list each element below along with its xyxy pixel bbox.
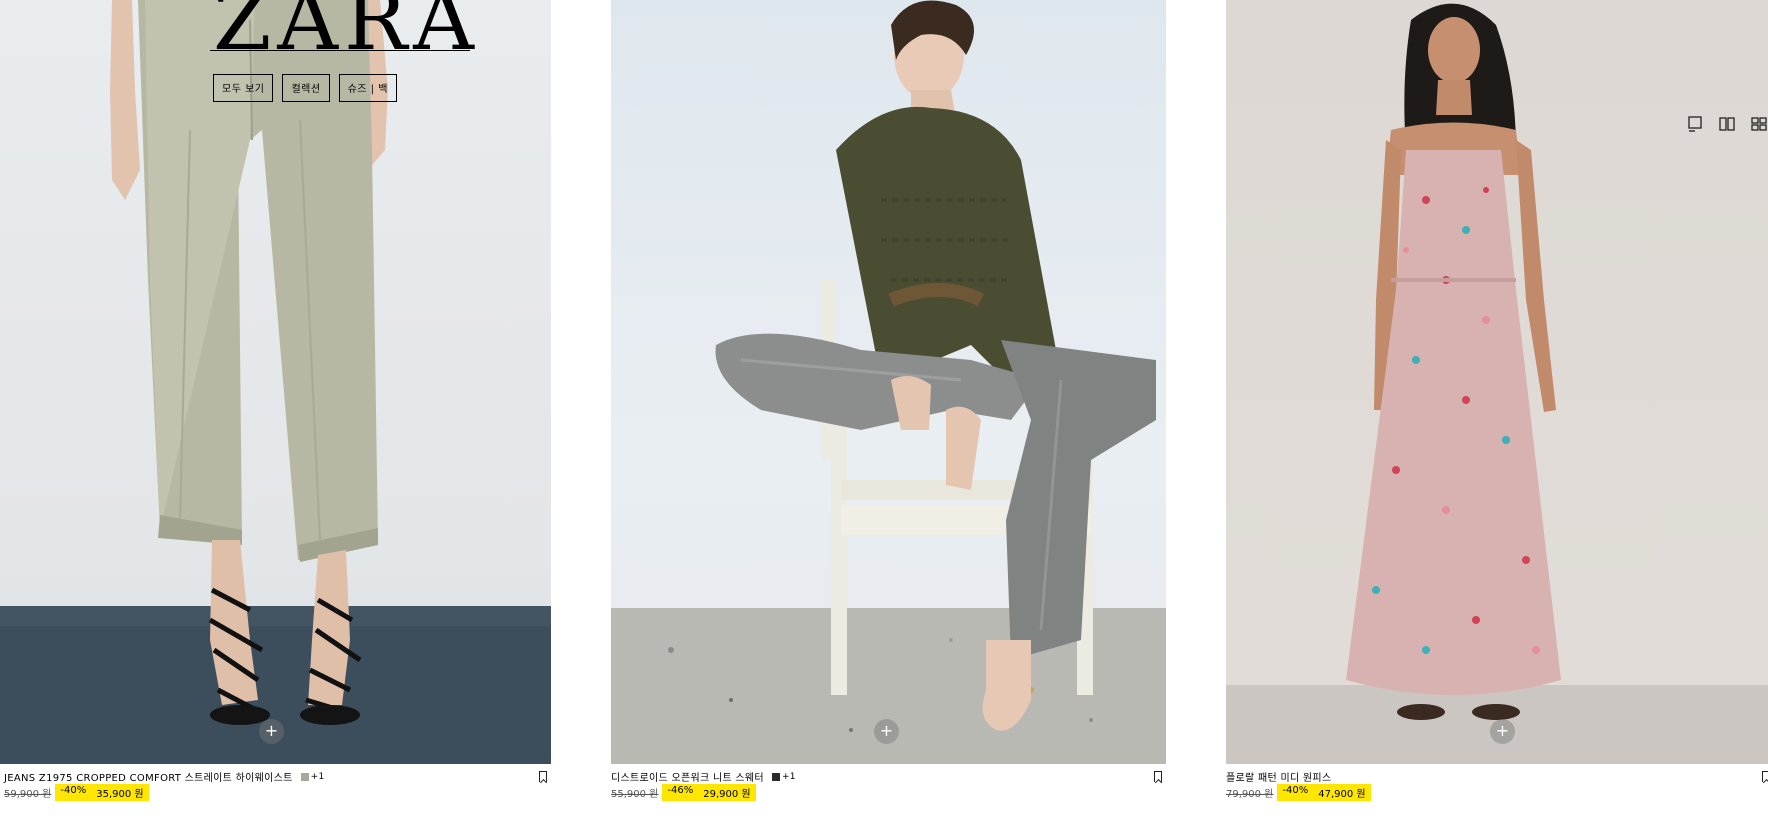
sale-badge: -40% 47,900 원 bbox=[1277, 784, 1371, 801]
product-card-1[interactable]: + JEANS Z1975 CROPPED COMFORT 스트레이트 하이웨이… bbox=[0, 0, 551, 822]
add-to-cart-button[interactable]: + bbox=[1490, 719, 1515, 744]
grid-view-icon[interactable] bbox=[1750, 116, 1768, 132]
color-swatch[interactable] bbox=[771, 772, 780, 781]
discount-percent: -40% bbox=[1282, 785, 1309, 796]
original-price: 79,900 원 bbox=[1226, 789, 1274, 800]
bookmark-icon[interactable] bbox=[1762, 771, 1768, 782]
bookmark-icon[interactable] bbox=[1154, 771, 1162, 782]
product-info-2: 디스트로이드 오픈워크 니트 스웨터 +1 55,900 원 -46% 29,9… bbox=[611, 764, 1166, 822]
original-price: 55,900 원 bbox=[611, 789, 659, 800]
view-toggle bbox=[1686, 116, 1768, 132]
bookmark-icon[interactable] bbox=[539, 771, 547, 782]
nav-shoes-bags[interactable]: 슈즈 | 백 bbox=[338, 74, 397, 102]
sale-price: 35,900 원 bbox=[96, 789, 144, 800]
logo-underline bbox=[210, 50, 470, 51]
product-image-1[interactable]: + bbox=[0, 0, 551, 764]
product-name[interactable]: 플로랄 패턴 미디 원피스 bbox=[1226, 769, 1331, 784]
product-name[interactable]: 디스트로이드 오픈워크 니트 스웨터 bbox=[611, 769, 764, 784]
product-info-3: 플로랄 패턴 미디 원피스 79,900 원 -40% 47,900 원 bbox=[1226, 764, 1768, 822]
more-colors[interactable]: +1 bbox=[311, 772, 325, 782]
original-price: 59,900 원 bbox=[4, 789, 52, 800]
sale-price: 29,900 원 bbox=[703, 789, 751, 800]
floral-dress-photo bbox=[1226, 3, 1768, 764]
zara-logo[interactable]: ZARA bbox=[213, 0, 480, 62]
sale-badge: -40% 35,900 원 bbox=[55, 784, 149, 801]
add-to-cart-button[interactable]: + bbox=[259, 719, 284, 744]
product-image-3[interactable]: + bbox=[1226, 0, 1768, 764]
product-info-1: JEANS Z1975 CROPPED COMFORT 스트레이트 하이웨이스트… bbox=[0, 764, 551, 822]
single-column-view-icon[interactable] bbox=[1686, 116, 1704, 132]
product-image-2[interactable]: + bbox=[611, 0, 1166, 764]
color-swatch[interactable] bbox=[300, 772, 309, 781]
nav-collection[interactable]: 컬렉션 bbox=[282, 74, 330, 102]
knit-sweater-photo bbox=[611, 0, 1166, 764]
discount-percent: -46% bbox=[667, 785, 694, 796]
discount-percent: -40% bbox=[60, 785, 87, 796]
nav-view-all[interactable]: 모두 보기 bbox=[213, 74, 274, 102]
jeans-photo bbox=[0, 0, 551, 764]
sale-price: 47,900 원 bbox=[1318, 789, 1366, 800]
sale-badge: -46% 29,900 원 bbox=[662, 784, 756, 801]
category-nav: 모두 보기 컬렉션 슈즈 | 백 bbox=[213, 74, 397, 102]
product-card-2[interactable]: + 디스트로이드 오픈워크 니트 스웨터 +1 55,900 원 -46% 29… bbox=[611, 0, 1166, 822]
two-column-view-icon[interactable] bbox=[1718, 116, 1736, 132]
more-colors[interactable]: +1 bbox=[782, 772, 796, 782]
product-name[interactable]: JEANS Z1975 CROPPED COMFORT 스트레이트 하이웨이스트 bbox=[4, 769, 293, 784]
add-to-cart-button[interactable]: + bbox=[874, 719, 899, 744]
